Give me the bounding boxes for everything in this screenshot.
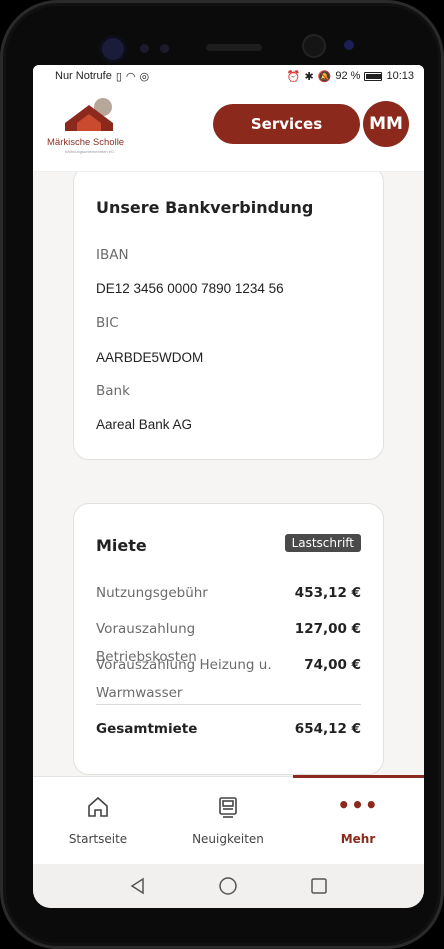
phone-frame: Nur Notrufe ▯ ◠ ◎ ⏰ ✱ 🔕 92 % 10:13 Märki… bbox=[0, 0, 444, 949]
carrier-text: Nur Notrufe bbox=[55, 70, 112, 82]
screen: Nur Notrufe ▯ ◠ ◎ ⏰ ✱ 🔕 92 % 10:13 Märki… bbox=[33, 65, 424, 908]
rent-card-title: Miete bbox=[96, 536, 147, 555]
system-navigation-bar bbox=[33, 864, 424, 908]
wifi-icon: ◠ bbox=[125, 70, 136, 83]
app-header: Märkische Scholle Wohnungsunternehmen eG… bbox=[33, 87, 424, 172]
brand-tagline: Wohnungsunternehmen eG bbox=[65, 149, 115, 154]
total-rent-label: Gesamtmiete bbox=[96, 721, 198, 737]
rent-row-value: 74,00 € bbox=[304, 657, 361, 673]
content-scroll-area[interactable]: Unsere Bankverbindung IBAN DE12 3456 000… bbox=[33, 172, 424, 776]
nav-item-neuigkeiten[interactable]: Neuigkeiten bbox=[163, 777, 293, 865]
bank-card: Unsere Bankverbindung IBAN DE12 3456 000… bbox=[73, 172, 384, 460]
bic-value: AARBDE5WDOM bbox=[96, 350, 204, 365]
house-logo-icon bbox=[65, 98, 113, 131]
sensor-dot-icon bbox=[160, 44, 169, 53]
nav-label: Mehr bbox=[340, 832, 376, 846]
nav-item-mehr[interactable]: ••• Mehr bbox=[293, 777, 423, 865]
rent-row-value: 127,00 € bbox=[294, 621, 361, 637]
bank-name-value: Aareal Bank AG bbox=[96, 417, 193, 432]
iban-label: IBAN bbox=[96, 247, 129, 263]
front-sensor-icon bbox=[344, 40, 354, 50]
home-circle-icon[interactable] bbox=[218, 876, 238, 896]
battery-percent: 92 % bbox=[335, 70, 361, 82]
iban-value: DE12 3456 0000 7890 1234 56 bbox=[96, 281, 284, 296]
back-icon[interactable] bbox=[129, 877, 147, 895]
rent-row-value: 453,12 € bbox=[294, 585, 361, 601]
front-camera-icon bbox=[304, 36, 324, 56]
nav-item-startseite[interactable]: Startseite bbox=[33, 777, 163, 865]
mute-icon: 🔕 bbox=[317, 70, 332, 83]
bluetooth-icon: ✱ bbox=[304, 70, 314, 83]
divider bbox=[96, 704, 361, 705]
brand-logo[interactable]: Märkische Scholle Wohnungsunternehmen eG bbox=[47, 97, 147, 161]
sim-icon: ▯ bbox=[115, 70, 122, 83]
bank-name-label: Bank bbox=[96, 383, 130, 399]
bank-card-title: Unsere Bankverbindung bbox=[96, 198, 314, 217]
payment-method-badge: Lastschrift bbox=[284, 534, 361, 552]
news-icon bbox=[163, 795, 293, 821]
rent-row-label: Nutzungsgebühr bbox=[96, 585, 208, 601]
avatar[interactable]: MM bbox=[363, 101, 409, 147]
sensor-dot-icon bbox=[140, 44, 149, 53]
instagram-icon: ◎ bbox=[139, 70, 150, 83]
total-rent-value: 654,12 € bbox=[294, 721, 361, 737]
brand-name: Märkische Scholle bbox=[47, 137, 125, 148]
recents-square-icon[interactable] bbox=[310, 877, 328, 895]
battery-icon bbox=[364, 71, 383, 81]
phone-bezel-top bbox=[0, 0, 444, 68]
clock: 10:13 bbox=[386, 70, 414, 82]
nav-label: Startseite bbox=[68, 832, 128, 846]
services-button[interactable]: Services bbox=[213, 104, 360, 144]
rent-card: Miete Lastschrift Nutzungsgebühr 453,12 … bbox=[73, 503, 384, 775]
status-bar: Nur Notrufe ▯ ◠ ◎ ⏰ ✱ 🔕 92 % 10:13 bbox=[33, 65, 424, 87]
earpiece-speaker bbox=[206, 44, 262, 51]
home-icon bbox=[33, 795, 163, 821]
bottom-navigation: Startseite Neuigkeiten ••• Mehr bbox=[33, 775, 424, 865]
bic-label: BIC bbox=[96, 315, 119, 331]
nav-label: Neuigkeiten bbox=[192, 832, 264, 846]
rent-row-label: Vorauszahlung Heizung u. Warmwasser bbox=[96, 657, 272, 701]
camera-lens-icon bbox=[102, 38, 124, 60]
alarm-icon: ⏰ bbox=[286, 70, 301, 83]
more-icon: ••• bbox=[337, 793, 379, 817]
